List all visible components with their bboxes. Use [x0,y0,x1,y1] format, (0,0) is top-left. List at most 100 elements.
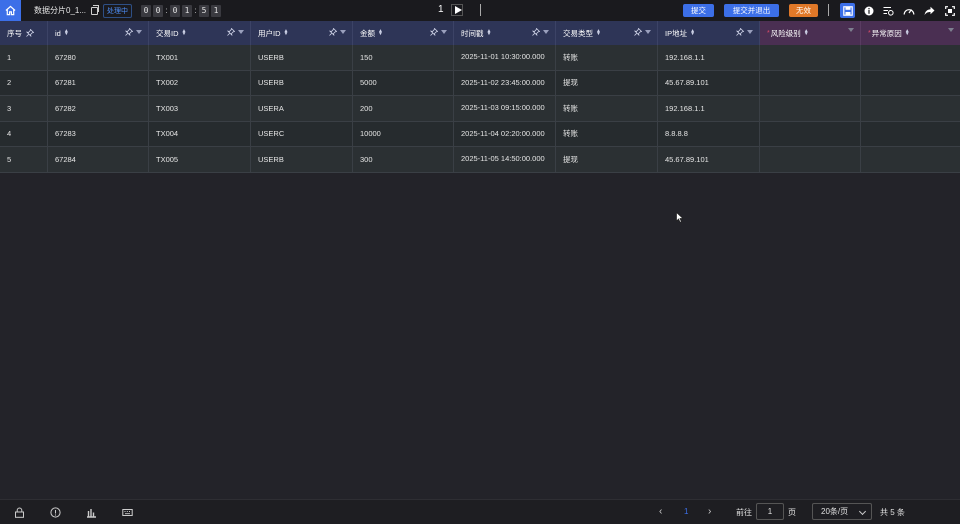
column-header-ip-address[interactable]: IP地址 ▲ ▼ [658,21,760,45]
cell-risk-level[interactable] [760,96,861,121]
divider [480,4,481,16]
save-button[interactable] [840,3,855,18]
sort-icon[interactable]: ▲ ▼ [64,29,69,37]
sort-icon[interactable]: ▲ ▼ [378,29,383,37]
cell-anomaly-reason[interactable] [861,45,960,70]
next-page-button[interactable]: › [708,506,711,517]
info-button[interactable] [861,3,876,18]
sort-icon[interactable]: ▲ ▼ [487,29,492,37]
cell-user-id: USERB [251,45,353,70]
filter-icon[interactable] [238,30,244,34]
table-row[interactable]: 2 67281 TX002 USERB 5000 2025-11-02 23:4… [0,70,960,96]
goto-page-input[interactable]: 1 [756,503,784,520]
column-header-timestamp[interactable]: 时间戳 ▲ ▼ [454,21,556,45]
save-icon [842,5,853,16]
keyboard-icon[interactable] [122,507,133,518]
column-header-risk-level[interactable]: * 风险级别 ▲ ▼ [760,21,861,45]
column-header-transaction-id[interactable]: 交易ID ▲ ▼ [149,21,251,45]
cell-transaction-type: 提现 [556,147,658,172]
home-button[interactable] [0,0,21,21]
cell-id: 67284 [48,147,149,172]
pin-icon[interactable] [532,28,540,36]
filter-icon[interactable] [136,30,142,34]
task-title: 数据分片0_1... [34,6,87,15]
list-settings-button[interactable] [881,3,896,18]
cell-risk-level[interactable] [760,45,861,70]
sort-icon[interactable]: ▲ ▼ [804,29,809,37]
filter-icon[interactable] [441,30,447,34]
sort-icon[interactable]: ▲ ▼ [690,29,695,37]
play-icon [454,6,462,14]
cell-id: 67281 [48,70,149,95]
cell-risk-level[interactable] [760,121,861,146]
cell-anomaly-reason[interactable] [861,96,960,121]
cell-user-id: USERA [251,96,353,121]
table-body: 1 67280 TX001 USERB 150 2025-11-01 10:30… [0,45,960,173]
column-header-amount[interactable]: 金额 ▲ ▼ [353,21,454,45]
cell-user-id: USERB [251,70,353,95]
pin-icon[interactable] [430,28,438,36]
share-icon [924,6,935,15]
cell-risk-level[interactable] [760,147,861,172]
filter-icon[interactable] [543,30,549,34]
table-row[interactable]: 1 67280 TX001 USERB 150 2025-11-01 10:30… [0,45,960,71]
filter-icon[interactable] [948,28,954,32]
info-circle-icon[interactable] [50,507,61,518]
column-header-transaction-type[interactable]: 交易类型 ▲ ▼ [556,21,658,45]
timer: 0 0 : 0 1 : 5 1 [141,4,223,17]
column-header-anomaly-reason[interactable]: * 异常原因 ▲ ▼ [861,21,960,45]
sort-icon[interactable]: ▲ ▼ [596,29,601,37]
pin-icon[interactable] [26,29,34,37]
filter-icon[interactable] [747,30,753,34]
cell-transaction-type: 转账 [556,96,658,121]
table-row[interactable]: 5 67284 TX005 USERB 300 2025-11-05 14:50… [0,147,960,173]
copy-icon[interactable] [91,4,100,15]
submit-and-exit-button[interactable]: 提交并退出 [724,4,779,17]
cell-risk-level[interactable] [760,70,861,95]
pagination-current-page[interactable]: 1 [684,507,688,516]
cell-transaction-id: TX001 [149,45,251,70]
pin-icon[interactable] [125,28,133,36]
fullscreen-button[interactable] [942,3,957,18]
invalid-button[interactable]: 无效 [789,4,818,17]
table-row[interactable]: 4 67283 TX004 USERC 10000 2025-11-04 02:… [0,121,960,147]
cell-ip-address: 8.8.8.8 [658,121,760,146]
home-icon [5,5,16,16]
prev-page-button[interactable]: ‹ [659,506,662,517]
timer-digit: 1 [182,4,193,17]
speed-button[interactable] [901,3,916,18]
play-button[interactable] [451,4,463,16]
share-button[interactable] [922,3,937,18]
cell-anomaly-reason[interactable] [861,122,960,147]
sort-icon[interactable]: ▲ ▼ [182,29,187,37]
cell-amount: 300 [353,147,454,172]
sort-icon[interactable]: ▲ ▼ [905,29,910,37]
table-header: 序号 id ▲ ▼ 交易ID ▲ ▼ 用户ID ▲ ▼ 金额 ▲ ▼ 时间戳 ▲ ▼ [0,21,960,45]
cell-transaction-id: TX002 [149,70,251,95]
speed-icon [903,8,914,15]
cell-timestamp: 2025-11-01 10:30:00.000 [454,45,556,70]
column-header-id[interactable]: id ▲ ▼ [48,21,149,45]
pin-icon[interactable] [329,28,337,36]
filter-icon[interactable] [340,30,346,34]
pin-icon[interactable] [227,28,235,36]
bottom-bar: ‹ 1 › 前往 1 页 20条/页 共 5 条 [0,499,960,524]
cell-transaction-id: TX003 [149,96,251,121]
cell-anomaly-reason[interactable] [861,71,960,96]
table-row[interactable]: 3 67282 TX003 USERA 200 2025-11-03 09:15… [0,96,960,122]
chart-icon[interactable] [86,507,97,518]
cell-index: 3 [0,96,48,121]
pin-icon[interactable] [634,28,642,36]
column-header-index[interactable]: 序号 [0,21,48,45]
sort-icon[interactable]: ▲ ▼ [284,29,289,37]
cell-transaction-type: 转账 [556,45,658,70]
column-header-user-id[interactable]: 用户ID ▲ ▼ [251,21,353,45]
cell-index: 5 [0,147,48,172]
pin-icon[interactable] [736,28,744,36]
filter-icon[interactable] [645,30,651,34]
lock-icon[interactable] [14,507,25,518]
submit-button[interactable]: 提交 [683,4,714,17]
filter-icon[interactable] [848,28,854,32]
cell-anomaly-reason[interactable] [861,147,960,172]
page-size-select[interactable]: 20条/页 [812,503,872,520]
